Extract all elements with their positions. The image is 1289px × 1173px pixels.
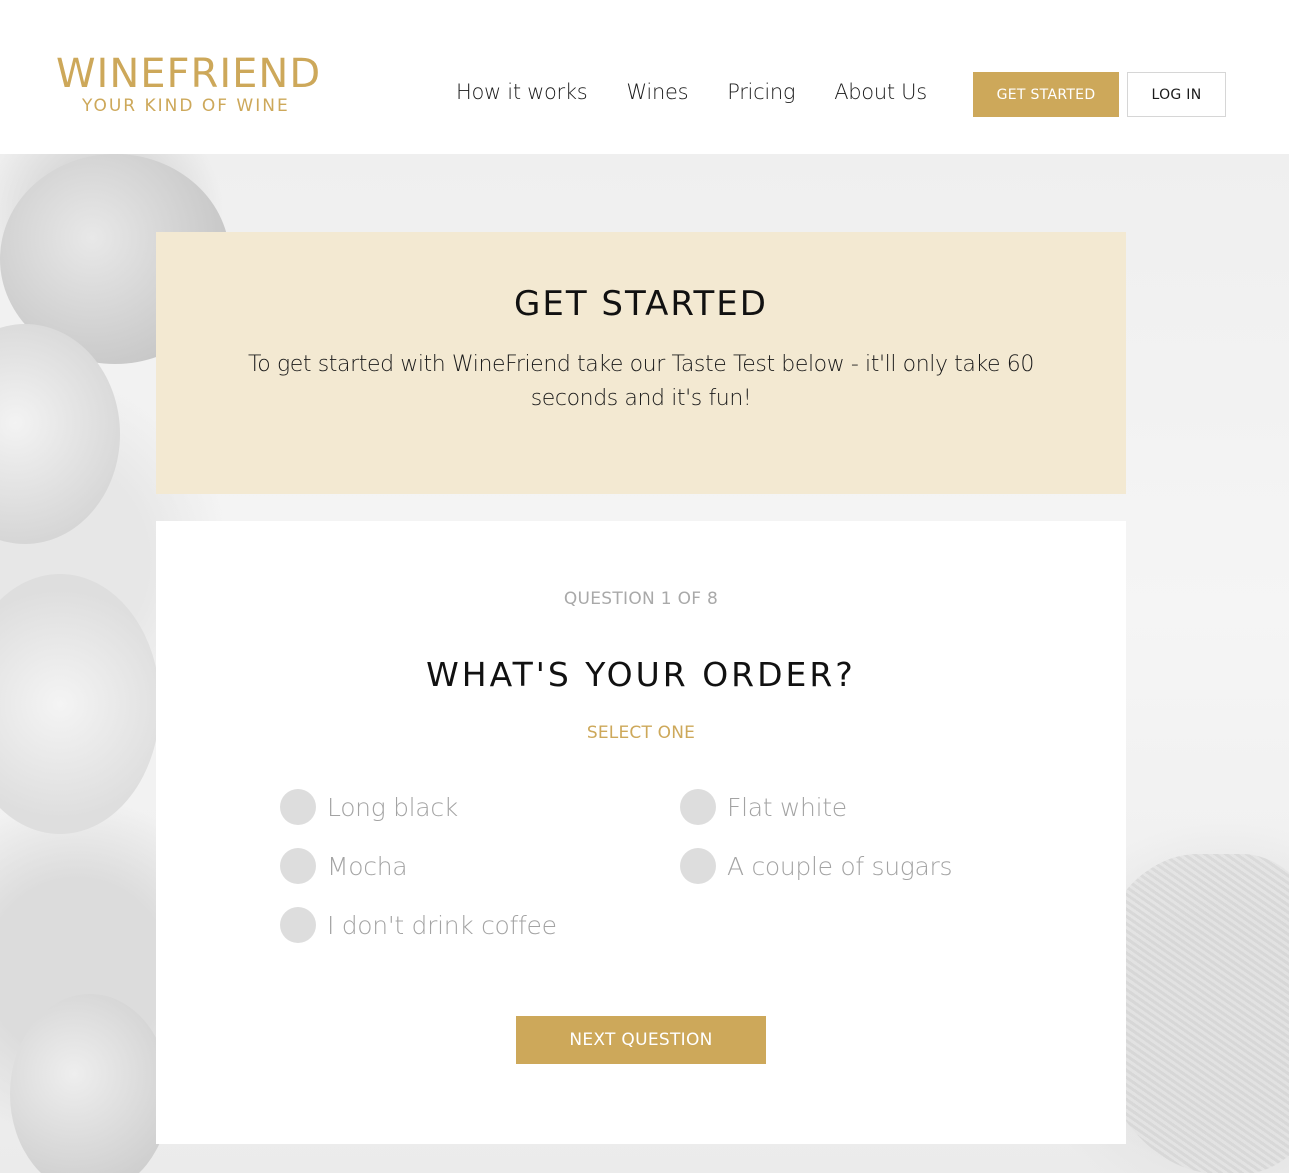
option-mocha[interactable]: Mocha xyxy=(280,848,408,884)
logo-tagline: YOUR KIND OF WINE xyxy=(82,96,290,116)
logo[interactable]: WINEFRIEND YOUR KIND OF WINE xyxy=(56,52,338,116)
option-couple-of-sugars[interactable]: A couple of sugars xyxy=(680,848,953,884)
option-label: Mocha xyxy=(327,851,408,881)
option-label: Flat white xyxy=(727,792,847,822)
site-header: WINEFRIEND YOUR KIND OF WINE How it work… xyxy=(0,0,1289,154)
radio-button[interactable] xyxy=(280,848,316,884)
question-title: WHAT'S YOUR ORDER? xyxy=(426,655,856,694)
banner-title: GET STARTED xyxy=(514,284,768,324)
nav-wines[interactable]: Wines xyxy=(626,78,688,106)
next-question-button[interactable]: NEXT QUESTION xyxy=(516,1016,766,1064)
radio-button[interactable] xyxy=(680,789,716,825)
option-flat-white[interactable]: Flat white xyxy=(680,789,847,825)
main-nav: How it works Wines Pricing About Us xyxy=(456,78,927,106)
option-label: I don't drink coffee xyxy=(327,910,557,940)
banner-text: To get started with WineFriend take our … xyxy=(248,352,1034,411)
logo-wordmark: WINEFRIEND xyxy=(56,51,322,97)
answer-options: Long black Flat white Mocha A couple of … xyxy=(280,789,1000,969)
option-no-coffee[interactable]: I don't drink coffee xyxy=(280,907,557,943)
login-button[interactable]: LOG IN xyxy=(1127,72,1226,117)
radio-button[interactable] xyxy=(280,789,316,825)
select-hint: SELECT ONE xyxy=(586,723,696,743)
get-started-banner: GET STARTED To get started with WineFrie… xyxy=(156,232,1126,494)
option-label: Long black xyxy=(327,792,458,822)
grape-image xyxy=(0,574,160,834)
option-long-black[interactable]: Long black xyxy=(280,789,458,825)
get-started-button[interactable]: GET STARTED xyxy=(973,72,1119,117)
question-progress: QUESTION 1 OF 8 xyxy=(563,589,719,609)
radio-button[interactable] xyxy=(680,848,716,884)
nav-pricing[interactable]: Pricing xyxy=(727,78,795,106)
question-card: QUESTION 1 OF 8 WHAT'S YOUR ORDER? SELEC… xyxy=(156,521,1126,1144)
grape-image xyxy=(10,994,170,1173)
nav-how-it-works[interactable]: How it works xyxy=(456,78,588,106)
nav-about-us[interactable]: About Us xyxy=(834,78,927,106)
option-label: A couple of sugars xyxy=(727,851,953,881)
radio-button[interactable] xyxy=(280,907,316,943)
